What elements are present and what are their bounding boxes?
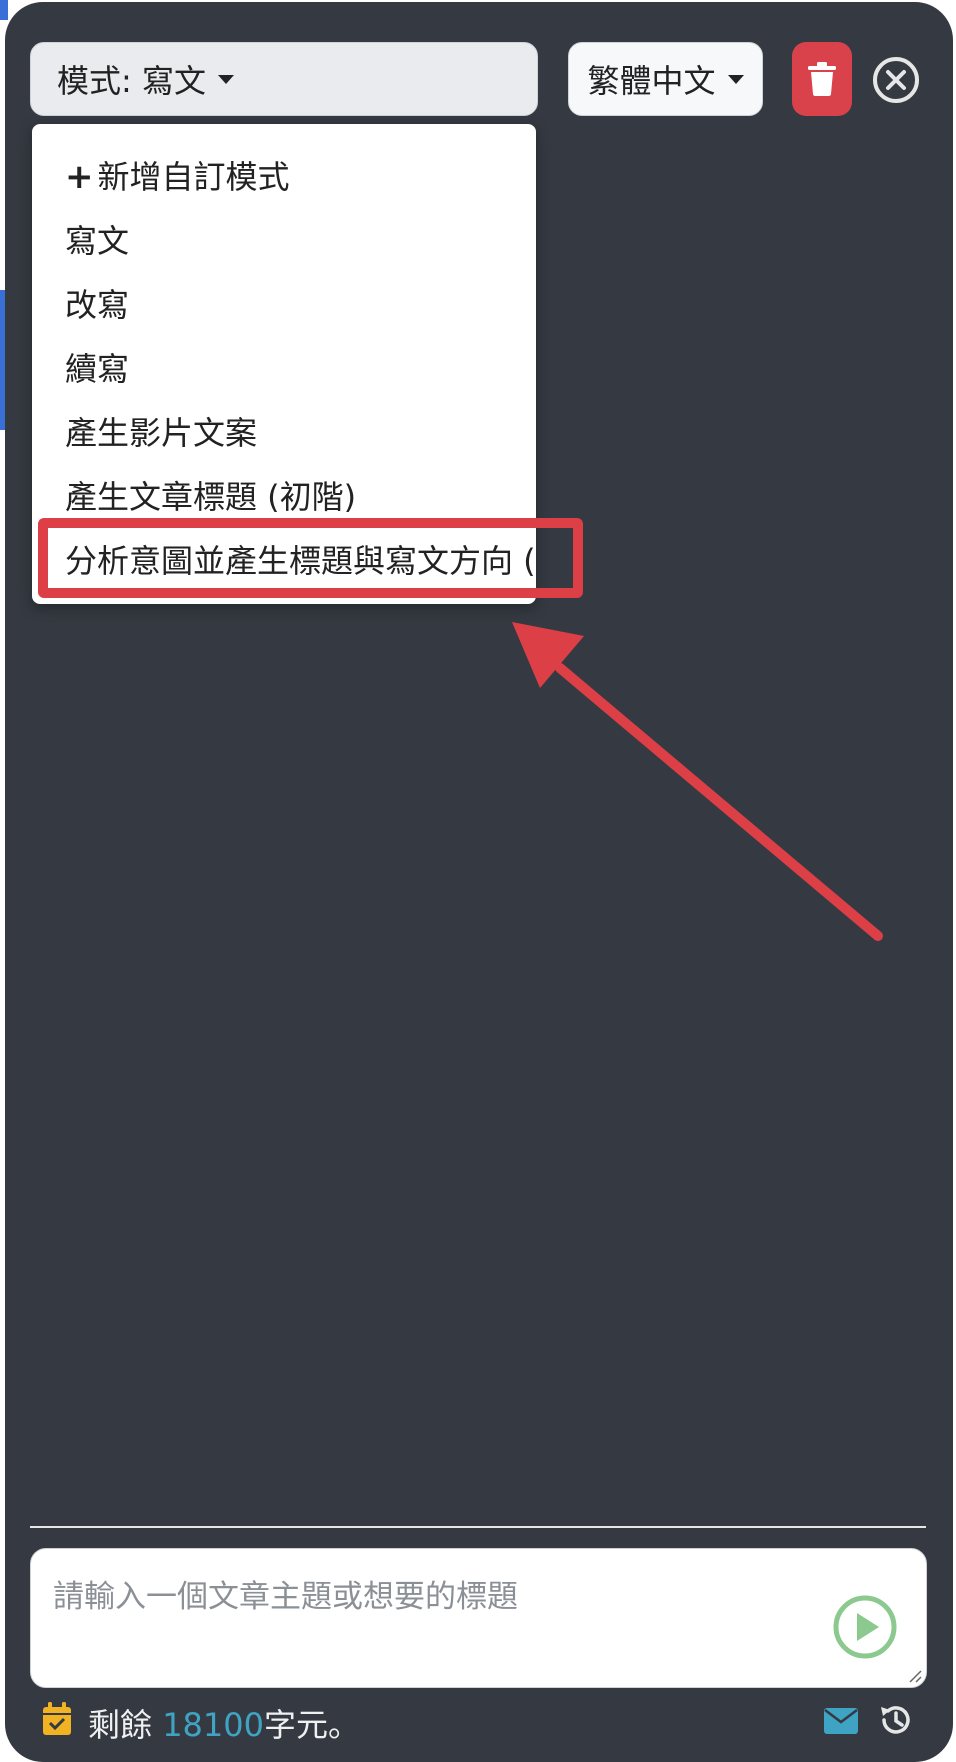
status-footer: 剩餘 18100字元。 <box>42 1700 922 1744</box>
play-circle-icon <box>833 1595 897 1659</box>
remaining-characters-text: 剩餘 18100字元。 <box>88 1700 360 1746</box>
remaining-suffix: 字元。 <box>263 1706 360 1744</box>
prompt-input[interactable] <box>51 1569 835 1663</box>
mail-icon[interactable] <box>824 1708 858 1734</box>
history-icon[interactable] <box>878 1702 914 1738</box>
composer-divider <box>30 1526 926 1528</box>
annotation-arrow <box>512 622 883 941</box>
prompt-input-container <box>30 1548 927 1688</box>
remaining-count: 18100 <box>162 1706 264 1744</box>
calendar-check-icon <box>43 1702 71 1735</box>
remaining-prefix: 剩餘 <box>88 1706 153 1744</box>
resize-grip-icon[interactable] <box>906 1667 922 1683</box>
send-button[interactable] <box>831 1593 899 1661</box>
